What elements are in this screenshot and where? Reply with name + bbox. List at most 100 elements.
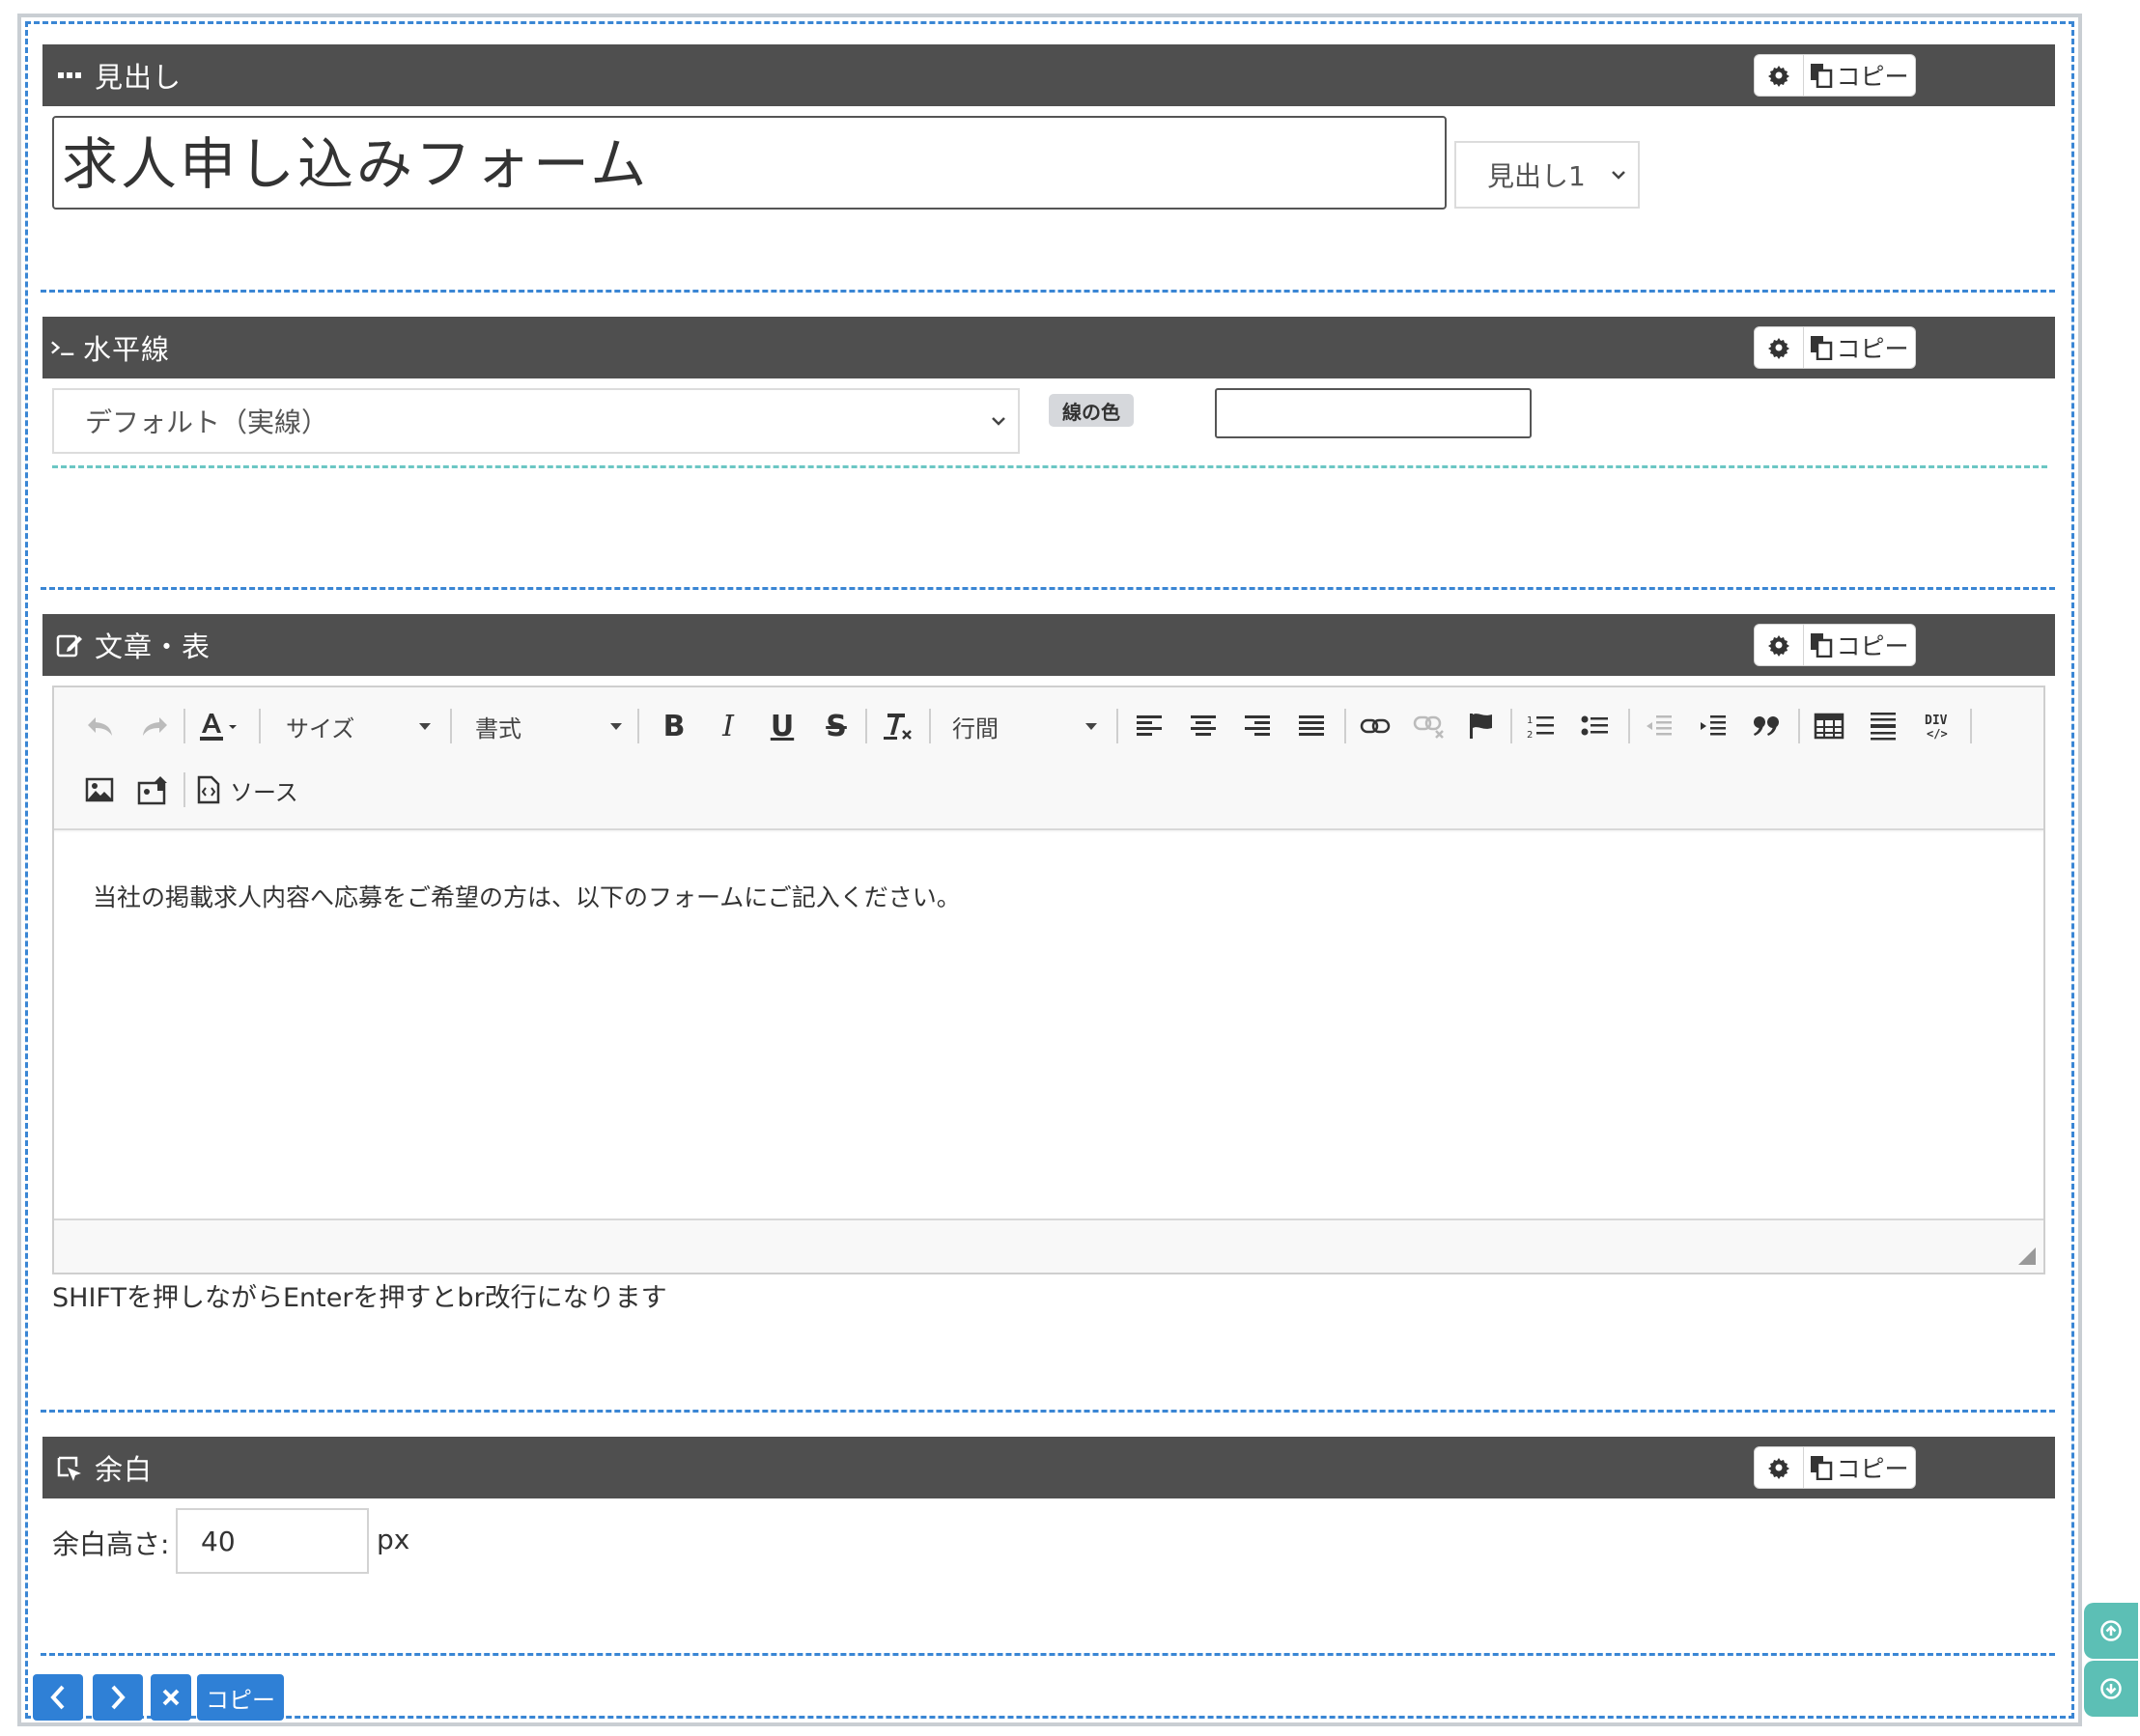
arrow-down-circle-icon — [2100, 1678, 2122, 1699]
block-copy-button[interactable]: コピー — [1804, 624, 1916, 666]
heading-level-select[interactable]: 見出し1 — [1454, 141, 1640, 209]
chevron-left-icon — [50, 1685, 65, 1710]
block-header-hr: 水平線 コピー — [42, 317, 2055, 378]
block-copy-button[interactable]: コピー — [1804, 54, 1916, 97]
source-file-icon — [197, 775, 220, 804]
outdent-button[interactable] — [1640, 707, 1678, 745]
block-header-heading: 見出し コピー — [42, 44, 2055, 106]
dots-icon — [56, 62, 83, 89]
italic-button[interactable]: I — [709, 707, 747, 745]
copy-label: コピー — [1836, 335, 1909, 363]
chevron-right-icon — [111, 1685, 126, 1710]
terminal-icon — [50, 334, 77, 361]
editor-paragraph: 当社の掲載求人内容へ応募をご希望の方は、以下のフォームにご記入ください。 — [93, 883, 961, 911]
scroll-top-button[interactable] — [2084, 1603, 2138, 1659]
undo-button[interactable] — [81, 707, 120, 745]
copy-icon — [1811, 64, 1833, 88]
heading-text-input[interactable]: 求人申し込みフォーム — [52, 116, 1447, 210]
bulleted-list-button[interactable] — [1576, 707, 1615, 745]
align-left-icon — [1137, 715, 1162, 736]
copy-icon — [1811, 1456, 1833, 1480]
line-style-select[interactable]: デフォルト（実線） — [52, 388, 1020, 454]
copy-icon — [1811, 336, 1833, 360]
div-container-button[interactable]: DIV </> — [1918, 707, 1960, 745]
strikethrough-icon: S — [826, 709, 847, 743]
editor-toolbar: サイズ 書式 B I U S 行間 1 2 DIV </> ソース — [54, 687, 2043, 830]
svg-text:DIV: DIV — [1925, 714, 1948, 728]
copy-block-button[interactable]: コピー — [197, 1674, 284, 1721]
horizontal-rule-icon — [1871, 713, 1896, 741]
underline-icon: U — [770, 709, 795, 743]
image-button[interactable] — [79, 770, 120, 809]
image-icon — [85, 777, 114, 802]
block-settings-button[interactable] — [1754, 54, 1804, 97]
text-color-button[interactable] — [195, 707, 247, 745]
close-icon — [162, 1689, 180, 1706]
delete-button[interactable] — [151, 1674, 191, 1721]
horizontal-rule-button[interactable] — [1864, 707, 1902, 745]
line-height-label: 行間 — [952, 714, 999, 742]
line-height-dropdown[interactable]: 行間 — [952, 707, 1097, 745]
spacer-height-label: 余白高さ: — [52, 1528, 170, 1560]
anchor-button[interactable] — [1462, 707, 1501, 745]
clear-format-icon — [884, 714, 912, 740]
indent-button[interactable] — [1694, 707, 1732, 745]
redo-button[interactable] — [135, 707, 174, 745]
align-center-button[interactable] — [1184, 707, 1223, 745]
block-divider — [41, 1410, 2055, 1413]
svg-text:2: 2 — [1527, 730, 1533, 740]
text-color-icon — [200, 714, 237, 741]
table-button[interactable] — [1810, 707, 1848, 745]
align-justify-button[interactable] — [1292, 707, 1331, 745]
font-size-dropdown[interactable]: サイズ — [286, 707, 431, 745]
bold-icon: B — [662, 709, 686, 743]
block-title: 文章・表 — [95, 630, 211, 663]
block-settings-button[interactable] — [1754, 624, 1804, 666]
line-color-input[interactable] — [1215, 388, 1532, 438]
copy-label: コピー — [1836, 63, 1909, 91]
line-color-label: 線の色 — [1049, 394, 1134, 427]
move-down-button[interactable] — [93, 1674, 143, 1721]
quote-icon — [1754, 716, 1779, 736]
align-right-icon — [1245, 715, 1270, 736]
block-title: 水平線 — [83, 333, 171, 366]
blockquote-button[interactable] — [1748, 707, 1787, 745]
link-button[interactable] — [1354, 707, 1396, 745]
bold-button[interactable]: B — [655, 707, 693, 745]
strikethrough-button[interactable]: S — [817, 707, 856, 745]
align-left-button[interactable] — [1130, 707, 1169, 745]
unlink-button[interactable] — [1408, 707, 1450, 745]
move-up-button[interactable] — [33, 1674, 83, 1721]
indent-icon — [1701, 715, 1726, 736]
editor-content-area[interactable]: 当社の掲載求人内容へ応募をご希望の方は、以下のフォームにご記入ください。 — [54, 832, 2043, 1218]
redo-icon — [143, 717, 167, 736]
scroll-bottom-button[interactable] — [2084, 1661, 2138, 1717]
div-icon: DIV</> — [1925, 714, 1948, 741]
copy-label: コピー — [1836, 1455, 1909, 1483]
block-title: 見出し — [95, 61, 183, 94]
hr-preview — [52, 465, 2047, 468]
resize-handle-icon[interactable] — [2018, 1247, 2036, 1265]
source-button[interactable]: ソース — [197, 770, 313, 809]
unlink-icon — [1413, 715, 1444, 739]
block-copy-button[interactable]: コピー — [1804, 1446, 1916, 1489]
file-upload-button[interactable] — [133, 770, 174, 809]
table-icon — [1814, 713, 1844, 740]
numbered-list-button[interactable]: 12 — [1522, 707, 1561, 745]
clear-format-button[interactable] — [877, 707, 919, 745]
rich-text-editor: サイズ 書式 B I U S 行間 1 2 DIV </> ソース 当社の掲載求… — [52, 686, 2045, 1274]
align-right-button[interactable] — [1238, 707, 1277, 745]
italic-icon: I — [722, 709, 734, 743]
block-copy-button[interactable]: コピー — [1804, 326, 1916, 369]
format-dropdown[interactable]: 書式 — [475, 707, 622, 745]
block-settings-button[interactable] — [1754, 326, 1804, 369]
spacer-icon — [56, 1454, 83, 1481]
editor-status-bar — [54, 1218, 2043, 1273]
spacer-height-input[interactable]: 40 — [176, 1508, 369, 1574]
copy-icon — [1811, 633, 1833, 658]
gear-icon — [1768, 338, 1789, 359]
underline-button[interactable]: U — [763, 707, 802, 745]
format-label: 書式 — [475, 714, 521, 742]
link-icon — [1360, 718, 1391, 734]
block-settings-button[interactable] — [1754, 1446, 1804, 1489]
